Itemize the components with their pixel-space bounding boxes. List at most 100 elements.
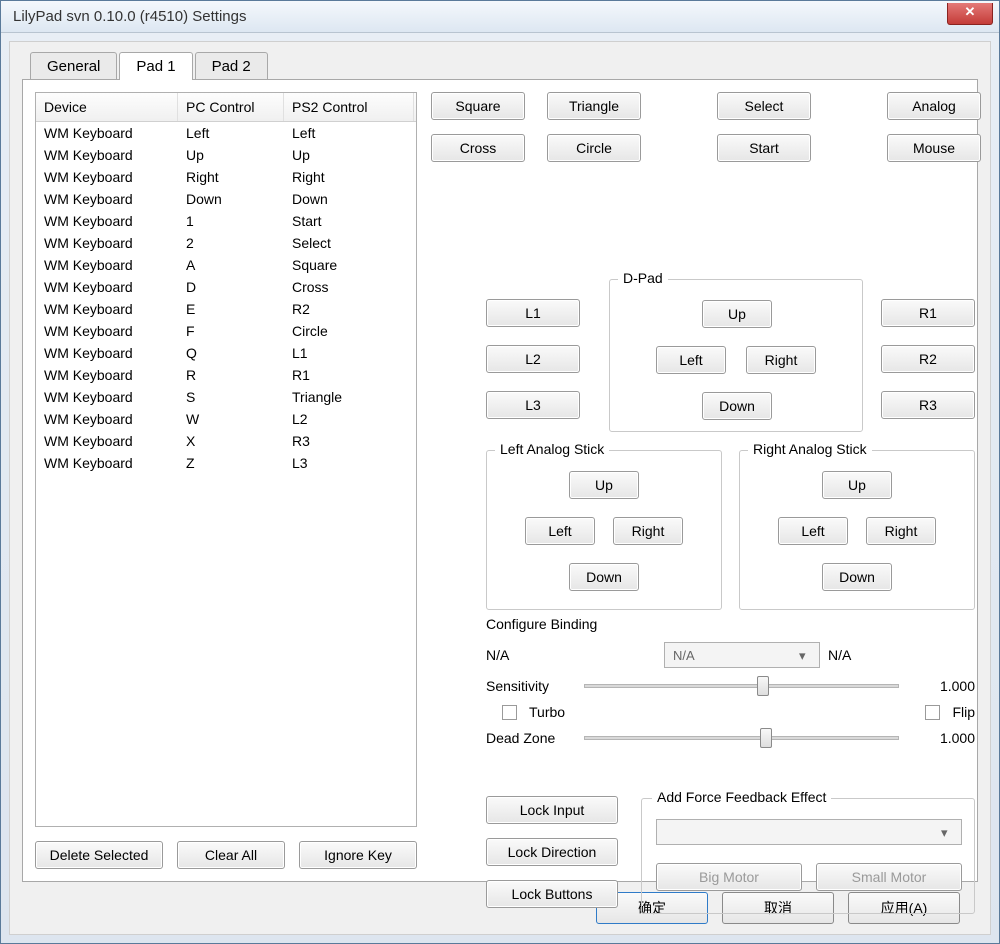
- table-row[interactable]: WM KeyboardZL3: [36, 452, 416, 474]
- sensitivity-label: Sensitivity: [486, 678, 568, 694]
- small-motor-button[interactable]: Small Motor: [816, 863, 962, 891]
- table-row[interactable]: WM KeyboardLeftLeft: [36, 122, 416, 144]
- lstick-down-button[interactable]: Down: [569, 563, 639, 591]
- triangle-button[interactable]: Triangle: [547, 92, 641, 120]
- cell-ps2: R3: [284, 430, 414, 452]
- square-button[interactable]: Square: [431, 92, 525, 120]
- face-row-2: Cross Circle Start Mouse: [431, 134, 981, 162]
- tab-pad1[interactable]: Pad 1: [119, 52, 192, 80]
- lock-direction-button[interactable]: Lock Direction: [486, 838, 618, 866]
- circle-button[interactable]: Circle: [547, 134, 641, 162]
- cell-ps2: L2: [284, 408, 414, 430]
- client-area: General Pad 1 Pad 2 Device PC Control PS…: [9, 41, 991, 935]
- l1-button[interactable]: L1: [486, 299, 580, 327]
- cell-device: WM Keyboard: [36, 342, 178, 364]
- rstick-right-button[interactable]: Right: [866, 517, 936, 545]
- col-header-ps2[interactable]: PS2 Control: [284, 93, 414, 121]
- start-button[interactable]: Start: [717, 134, 811, 162]
- cell-device: WM Keyboard: [36, 144, 178, 166]
- tab-general[interactable]: General: [30, 52, 117, 80]
- l2-button[interactable]: L2: [486, 345, 580, 373]
- table-row[interactable]: WM KeyboardWL2: [36, 408, 416, 430]
- cell-ps2: Square: [284, 254, 414, 276]
- rstick-up-button[interactable]: Up: [822, 471, 892, 499]
- deadzone-label: Dead Zone: [486, 730, 568, 746]
- deadzone-slider[interactable]: [584, 736, 899, 740]
- r2-button[interactable]: R2: [881, 345, 975, 373]
- col-header-device[interactable]: Device: [36, 93, 178, 121]
- mouse-button[interactable]: Mouse: [887, 134, 981, 162]
- ffe-combo[interactable]: ▾: [656, 819, 962, 845]
- chevron-down-icon: ▾: [941, 825, 955, 839]
- tab-pad2[interactable]: Pad 2: [195, 52, 268, 80]
- dpad-right-button[interactable]: Right: [746, 346, 816, 374]
- lock-input-button[interactable]: Lock Input: [486, 796, 618, 824]
- dpad-group: D-Pad Up Left Right Down: [609, 279, 863, 432]
- cell-pc: F: [178, 320, 284, 342]
- cell-pc: Up: [178, 144, 284, 166]
- select-button[interactable]: Select: [717, 92, 811, 120]
- table-row[interactable]: WM KeyboardQL1: [36, 342, 416, 364]
- l3-button[interactable]: L3: [486, 391, 580, 419]
- rstick-down-button[interactable]: Down: [822, 563, 892, 591]
- turbo-label: Turbo: [529, 704, 565, 720]
- table-row[interactable]: WM KeyboardXR3: [36, 430, 416, 452]
- table-row[interactable]: WM KeyboardER2: [36, 298, 416, 320]
- col-header-pc[interactable]: PC Control: [178, 93, 284, 121]
- table-row[interactable]: WM KeyboardFCircle: [36, 320, 416, 342]
- lstick-up-button[interactable]: Up: [569, 471, 639, 499]
- ignore-key-button[interactable]: Ignore Key: [299, 841, 417, 869]
- analog-button[interactable]: Analog: [887, 92, 981, 120]
- table-row[interactable]: WM KeyboardRR1: [36, 364, 416, 386]
- deadzone-value: 1.000: [915, 730, 975, 746]
- cell-pc: D: [178, 276, 284, 298]
- lstick-right-button[interactable]: Right: [613, 517, 683, 545]
- clear-all-button[interactable]: Clear All: [177, 841, 285, 869]
- r1-button[interactable]: R1: [881, 299, 975, 327]
- cell-device: WM Keyboard: [36, 298, 178, 320]
- close-icon: ✕: [965, 4, 976, 19]
- window-title: LilyPad svn 0.10.0 (r4510) Settings: [13, 8, 246, 25]
- r3-button[interactable]: R3: [881, 391, 975, 419]
- table-row[interactable]: WM KeyboardDCross: [36, 276, 416, 298]
- titlebar[interactable]: LilyPad svn 0.10.0 (r4510) Settings ✕: [1, 1, 999, 33]
- r-buttons-column: R1 R2 R3: [881, 299, 975, 419]
- cell-device: WM Keyboard: [36, 210, 178, 232]
- configure-binding-group: Configure Binding N/A N/A ▾ N/A Sensitiv…: [486, 616, 975, 756]
- cell-pc: 1: [178, 210, 284, 232]
- close-button[interactable]: ✕: [947, 3, 993, 25]
- table-row[interactable]: WM Keyboard2Select: [36, 232, 416, 254]
- lock-buttons-button[interactable]: Lock Buttons: [486, 880, 618, 908]
- cell-pc: Left: [178, 122, 284, 144]
- delete-selected-button[interactable]: Delete Selected: [35, 841, 163, 869]
- configure-binding-legend: Configure Binding: [486, 616, 975, 632]
- cfg-combo[interactable]: N/A ▾: [664, 642, 820, 668]
- cross-button[interactable]: Cross: [431, 134, 525, 162]
- flip-checkbox[interactable]: [925, 705, 940, 720]
- lstick-left-button[interactable]: Left: [525, 517, 595, 545]
- dpad-down-button[interactable]: Down: [702, 392, 772, 420]
- rstick-left-button[interactable]: Left: [778, 517, 848, 545]
- cell-pc: R: [178, 364, 284, 386]
- sensitivity-slider[interactable]: [584, 684, 899, 688]
- cfg-left-label: N/A: [486, 647, 656, 663]
- table-row[interactable]: WM KeyboardSTriangle: [36, 386, 416, 408]
- cell-pc: Right: [178, 166, 284, 188]
- turbo-checkbox[interactable]: [502, 705, 517, 720]
- cell-device: WM Keyboard: [36, 320, 178, 342]
- deadzone-thumb[interactable]: [760, 728, 772, 748]
- sensitivity-thumb[interactable]: [757, 676, 769, 696]
- table-row[interactable]: WM KeyboardDownDown: [36, 188, 416, 210]
- cell-ps2: R2: [284, 298, 414, 320]
- bindings-listview[interactable]: Device PC Control PS2 Control WM Keyboar…: [35, 92, 417, 827]
- big-motor-button[interactable]: Big Motor: [656, 863, 802, 891]
- table-row[interactable]: WM KeyboardRightRight: [36, 166, 416, 188]
- dpad-up-button[interactable]: Up: [702, 300, 772, 328]
- table-row[interactable]: WM KeyboardASquare: [36, 254, 416, 276]
- cell-ps2: L3: [284, 452, 414, 474]
- table-row[interactable]: WM KeyboardUpUp: [36, 144, 416, 166]
- table-row[interactable]: WM Keyboard1Start: [36, 210, 416, 232]
- cell-device: WM Keyboard: [36, 276, 178, 298]
- dpad-left-button[interactable]: Left: [656, 346, 726, 374]
- lock-buttons-column: Lock Input Lock Direction Lock Buttons: [486, 796, 618, 922]
